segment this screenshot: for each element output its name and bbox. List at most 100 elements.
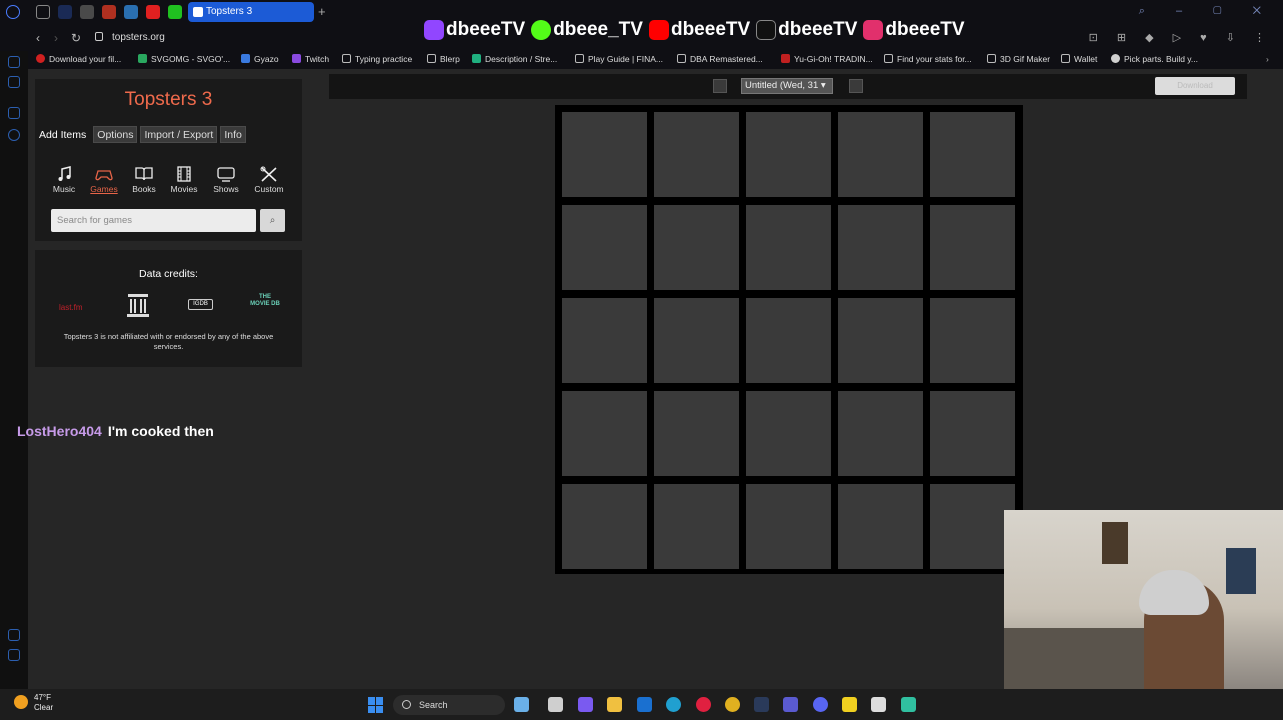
download-button[interactable]: Download: [1155, 77, 1235, 95]
taskbar-search[interactable]: Search: [393, 695, 505, 715]
back-button[interactable]: ‹: [36, 31, 40, 45]
sidebar-contacts-icon[interactable]: [8, 76, 20, 88]
teams-app-icon[interactable]: [783, 697, 798, 712]
kick-tab-icon[interactable]: [168, 5, 182, 19]
category-movies[interactable]: Movies: [164, 166, 204, 194]
grid-cell[interactable]: [746, 112, 831, 197]
bookmark-item[interactable]: Blerp: [427, 54, 460, 64]
grid-cell[interactable]: [562, 391, 647, 476]
youtube-tab-icon[interactable]: [146, 5, 160, 19]
bookmark-item[interactable]: Gyazo: [241, 54, 279, 64]
grid-cell[interactable]: [930, 112, 1015, 197]
capture-app-icon[interactable]: [871, 697, 886, 712]
bookmark-item[interactable]: SVGOMG - SVGO'...: [138, 54, 230, 64]
grid-cell[interactable]: [930, 391, 1015, 476]
bookmark-item[interactable]: Yu-Gi-Oh! TRADIN...: [781, 54, 873, 64]
grid-cell[interactable]: [654, 205, 739, 290]
grid-cell[interactable]: [838, 112, 923, 197]
grid-cell[interactable]: [654, 391, 739, 476]
discord-app-icon[interactable]: [813, 697, 828, 712]
new-chart-button[interactable]: [849, 79, 863, 93]
bookmark-item[interactable]: DBA Remastered...: [677, 54, 763, 64]
tab-import-export[interactable]: Import / Export: [140, 126, 218, 143]
sidebar-extension-icon[interactable]: [8, 629, 20, 641]
igdb-logo[interactable]: IGDB: [188, 299, 213, 310]
store-app-icon[interactable]: [548, 697, 563, 712]
streaming-app-icon[interactable]: [901, 697, 916, 712]
steam-app-icon[interactable]: [754, 697, 769, 712]
grid-cell[interactable]: [562, 298, 647, 383]
grid-cell[interactable]: [746, 205, 831, 290]
toolbar-icons[interactable]: ⊡ ⊞ ◆ ▷ ♥ ⇩ ⋮: [1089, 31, 1273, 44]
category-shows[interactable]: Shows: [206, 166, 246, 194]
grid-cell[interactable]: [838, 205, 923, 290]
grid-cell[interactable]: [654, 298, 739, 383]
sidebar-history-icon[interactable]: [8, 56, 20, 68]
bookmark-item[interactable]: Typing practice: [342, 54, 412, 64]
tab-topsters[interactable]: Topsters 3: [188, 2, 314, 22]
grid-cell[interactable]: [930, 205, 1015, 290]
category-games[interactable]: Games: [84, 166, 124, 194]
grid-cell[interactable]: [562, 205, 647, 290]
grid-cell[interactable]: [838, 298, 923, 383]
sidebar-extension-icon[interactable]: [8, 649, 20, 661]
bookmark-item[interactable]: Play Guide | FINA...: [575, 54, 663, 64]
sidebar-settings-icon[interactable]: [8, 129, 20, 141]
grid-cell[interactable]: [654, 112, 739, 197]
grid-cell[interactable]: [838, 484, 923, 569]
category-books[interactable]: Books: [124, 166, 164, 194]
tab-add-items[interactable]: Add Items: [35, 126, 91, 143]
opera-logo-icon[interactable]: [6, 5, 20, 19]
bookmark-item[interactable]: Find your stats for...: [884, 54, 972, 64]
grid-cell[interactable]: [746, 484, 831, 569]
pinned-tab-icon[interactable]: [80, 5, 94, 19]
forward-button[interactable]: ›: [54, 31, 58, 45]
sidebar-download-icon[interactable]: [8, 107, 20, 119]
more-bookmarks-chevron-icon[interactable]: ›: [1266, 54, 1269, 64]
grid-cell[interactable]: [654, 484, 739, 569]
pinned-tab-icon[interactable]: [102, 5, 116, 19]
internet-archive-logo-icon[interactable]: [123, 292, 153, 318]
grid-cell[interactable]: [930, 484, 1015, 569]
widgets-app-icon[interactable]: [514, 697, 529, 712]
pinned-tab-icon[interactable]: [124, 5, 138, 19]
window-controls[interactable]: ⌕ – ▢ ✕: [1139, 5, 1275, 18]
bookmark-item[interactable]: Twitch: [292, 54, 329, 64]
tmdb-logo[interactable]: THE MOVIE DB: [250, 294, 280, 308]
reload-button[interactable]: ↻: [71, 31, 81, 45]
file-explorer-icon[interactable]: [607, 697, 622, 712]
chart-select[interactable]: Untitled (Wed, 31 ▾: [741, 78, 833, 94]
category-custom[interactable]: Custom: [249, 166, 289, 194]
grid-cell[interactable]: [930, 298, 1015, 383]
new-tab-button[interactable]: +: [318, 4, 326, 19]
outlook-app-icon[interactable]: [637, 697, 652, 712]
tab-info[interactable]: Info: [220, 126, 246, 143]
bookmark-item[interactable]: Wallet: [1061, 54, 1097, 64]
notes-app-icon[interactable]: [842, 697, 857, 712]
start-button[interactable]: [368, 697, 384, 713]
grid-cell[interactable]: [746, 298, 831, 383]
bookmark-item[interactable]: 3D Gif Maker: [987, 54, 1050, 64]
grid-cell[interactable]: [562, 112, 647, 197]
grid-cell[interactable]: [838, 391, 923, 476]
edge-app-icon[interactable]: [666, 697, 681, 712]
weather-widget[interactable]: 47°F Clear: [14, 693, 53, 713]
search-input[interactable]: Search for games: [51, 209, 256, 232]
opera-app-icon[interactable]: [696, 697, 711, 712]
chat-message: LostHero404 I'm cooked then: [17, 423, 214, 439]
workspaces-icon[interactable]: [36, 5, 50, 19]
bookmark-item[interactable]: Description / Stre...: [472, 54, 557, 64]
grid-cell[interactable]: [746, 391, 831, 476]
grid-cell[interactable]: [562, 484, 647, 569]
delete-chart-button[interactable]: [713, 79, 727, 93]
lastfm-logo[interactable]: last.fm: [59, 303, 83, 312]
url-field[interactable]: topsters.org: [112, 32, 165, 43]
bookmark-item[interactable]: Pick parts. Build y...: [1111, 54, 1198, 64]
tab-options[interactable]: Options: [93, 126, 138, 143]
search-button[interactable]: ⌕: [260, 209, 285, 232]
bookmark-item[interactable]: Download your fil...: [36, 54, 121, 64]
copilot-app-icon[interactable]: [578, 697, 593, 712]
chrome-app-icon[interactable]: [725, 697, 740, 712]
pinned-tab-icon[interactable]: [58, 5, 72, 19]
category-music[interactable]: Music: [44, 166, 84, 194]
